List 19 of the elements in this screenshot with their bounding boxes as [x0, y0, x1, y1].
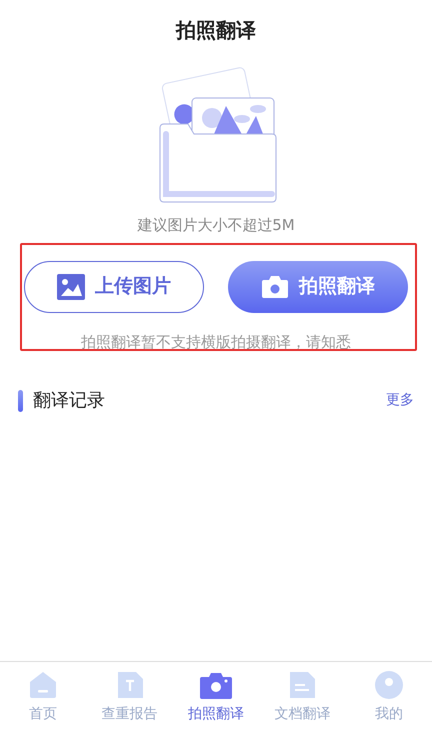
- size-hint: 建议图片大小不超过5M: [136, 215, 296, 236]
- tab[interactable]: 首页: [0, 662, 86, 733]
- more-link[interactable]: 更多: [386, 390, 414, 411]
- tab[interactable]: 我的: [346, 662, 432, 733]
- home-icon: [28, 670, 58, 700]
- image-icon: [57, 274, 85, 300]
- document-icon: [287, 670, 318, 700]
- tab[interactable]: 查重报告: [86, 662, 173, 733]
- upload-image-button[interactable]: 上传图片: [24, 260, 204, 312]
- tab[interactable]: 文档翻译: [259, 662, 346, 733]
- camera-icon: [261, 274, 289, 298]
- take-photo-button[interactable]: 拍照翻译: [228, 260, 408, 312]
- profile-icon: [374, 670, 404, 700]
- tab[interactable]: 拍照翻译: [172, 662, 260, 733]
- page-title: 拍照翻译: [174, 17, 257, 44]
- notice-text: 拍照翻译暂不支持横版拍摄翻译，请知悉: [80, 332, 352, 352]
- section-marker: [18, 390, 23, 412]
- section-title: 翻译记录: [33, 389, 105, 413]
- camera-icon: [199, 670, 234, 700]
